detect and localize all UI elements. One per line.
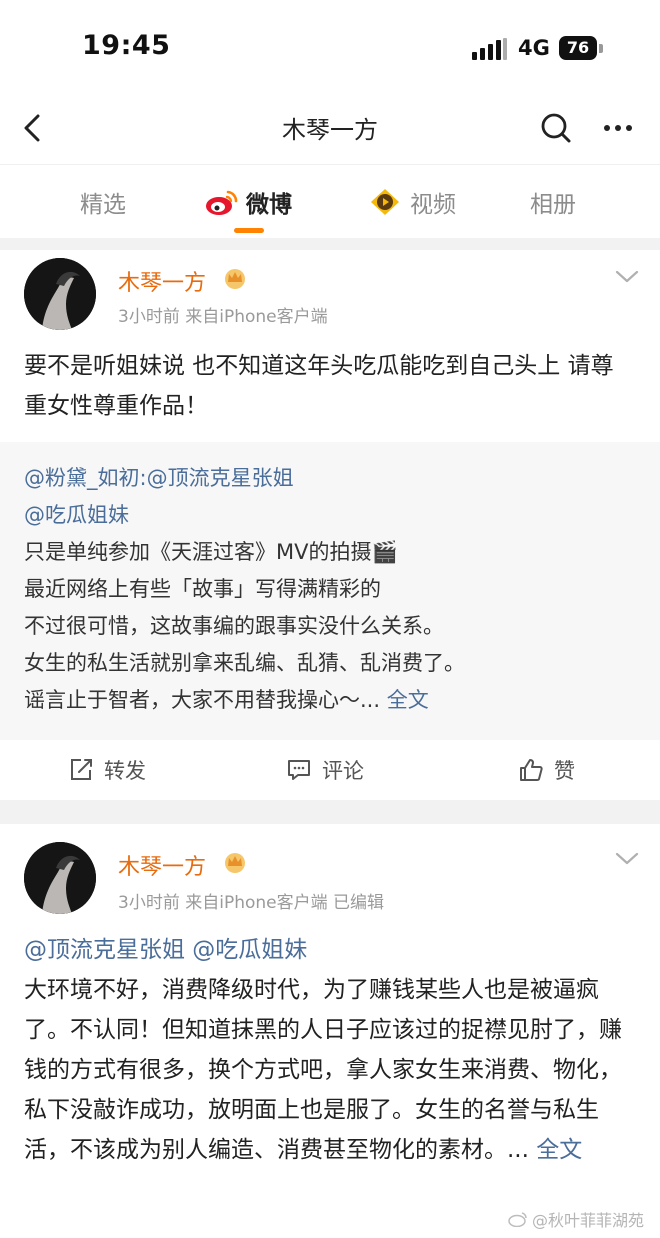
repost-button[interactable]: 转发 — [68, 740, 146, 800]
status-time: 19:45 — [82, 30, 171, 61]
search-icon[interactable] — [536, 108, 576, 148]
chevron-down-icon[interactable] — [614, 850, 640, 868]
network-type: 4G — [518, 36, 550, 60]
repost-line: 不过很可惜，这故事编的跟事实没什么关系。 — [24, 614, 444, 638]
signal-icon — [472, 38, 508, 60]
comment-label: 评论 — [322, 759, 364, 783]
post-meta: 3小时前 来自iPhone客户端 已编辑 — [118, 893, 385, 913]
repost-line: 最近网络上有些「故事」写得满精彩的 — [24, 577, 381, 601]
section-divider — [0, 800, 660, 824]
like-label: 赞 — [554, 759, 575, 783]
crown-icon — [225, 853, 245, 873]
repost-block[interactable]: @粉黛_如初:@顶流克星张姐 @吃瓜姐妹 只是单纯参加《天涯过客》MV的拍摄🎬 … — [0, 442, 660, 740]
author-name[interactable]: 木琴一方 — [118, 849, 206, 881]
chevron-down-icon[interactable] — [614, 268, 640, 286]
repost-line: 女生的私生活就别拿来乱编、乱猜、乱消费了。 — [24, 651, 465, 675]
comment-icon — [288, 760, 310, 780]
tab-featured[interactable]: 精选 — [80, 185, 126, 219]
nav-bar: 木琴一方 — [0, 96, 660, 162]
tab-weibo[interactable]: 微博 — [246, 185, 292, 219]
full-text-link[interactable]: 全文 — [536, 1137, 582, 1163]
post-body: 大环境不好，消费降级时代，为了赚钱某些人也是被逼疯了。不认同！但知道抹黑的人日子… — [24, 977, 622, 1163]
post-mentions[interactable]: @顶流克星张姐 @吃瓜姐妹 — [24, 930, 636, 970]
avatar-image — [24, 258, 96, 330]
crown-icon — [225, 269, 245, 289]
tab-video[interactable]: 视频 — [410, 185, 456, 219]
repost-label: 转发 — [104, 759, 146, 783]
avatar[interactable] — [24, 842, 96, 914]
repost-line: 只是单纯参加《天涯过客》MV的拍摄🎬 — [24, 540, 398, 564]
active-tab-indicator — [234, 228, 264, 233]
watermark: @秋叶菲菲湖苑 — [508, 1207, 644, 1231]
repost-mention-line[interactable]: @粉黛_如初:@顶流克星张姐 — [24, 466, 294, 490]
video-logo-icon — [371, 189, 399, 215]
repost-text: @粉黛_如初:@顶流克星张姐 @吃瓜姐妹 只是单纯参加《天涯过客》MV的拍摄🎬 … — [24, 460, 636, 719]
avatar[interactable] — [24, 258, 96, 330]
repost-mention-line[interactable]: @吃瓜姐妹 — [24, 503, 129, 527]
post-meta: 3小时前 来自iPhone客户端 — [118, 307, 328, 327]
thumbs-up-icon — [520, 759, 543, 781]
battery-tip — [599, 44, 603, 53]
author-name[interactable]: 木琴一方 — [118, 265, 206, 297]
watermark-text: @秋叶菲菲湖苑 — [532, 1211, 645, 1230]
comment-button[interactable]: 评论 — [286, 740, 364, 800]
avatar-image — [24, 842, 96, 914]
post-text: 要不是听姐妹说 也不知道这年头吃瓜能吃到自己头上 请尊重女性尊重作品！ — [24, 353, 614, 419]
tab-album[interactable]: 相册 — [530, 185, 576, 219]
post-card: 木琴一方 3小时前 来自iPhone客户端 要不是听姐妹说 也不知道这年头吃瓜能… — [0, 250, 660, 800]
status-bar: 19:45 4G 76 — [0, 0, 660, 96]
post-actions: 转发 评论 赞 — [0, 740, 660, 800]
battery-icon: 76 — [559, 36, 597, 60]
repost-icon — [71, 759, 92, 780]
weibo-watermark-icon — [508, 1212, 527, 1227]
like-button[interactable]: 赞 — [518, 740, 575, 800]
full-text-link[interactable]: 全文 — [387, 688, 429, 712]
post-text: @顶流克星张姐 @吃瓜姐妹 大环境不好，消费降级时代，为了赚钱某些人也是被逼疯了… — [24, 930, 636, 1170]
section-divider — [0, 238, 660, 250]
more-icon[interactable] — [598, 108, 638, 148]
post-card: 木琴一方 3小时前 来自iPhone客户端 已编辑 @顶流克星张姐 @吃瓜姐妹 … — [0, 824, 660, 1238]
weibo-logo-icon — [206, 190, 238, 215]
repost-line: 谣言止于智者，大家不用替我操心～... — [24, 688, 381, 712]
profile-tabs: 精选 微博 视频 相册 — [0, 164, 660, 238]
